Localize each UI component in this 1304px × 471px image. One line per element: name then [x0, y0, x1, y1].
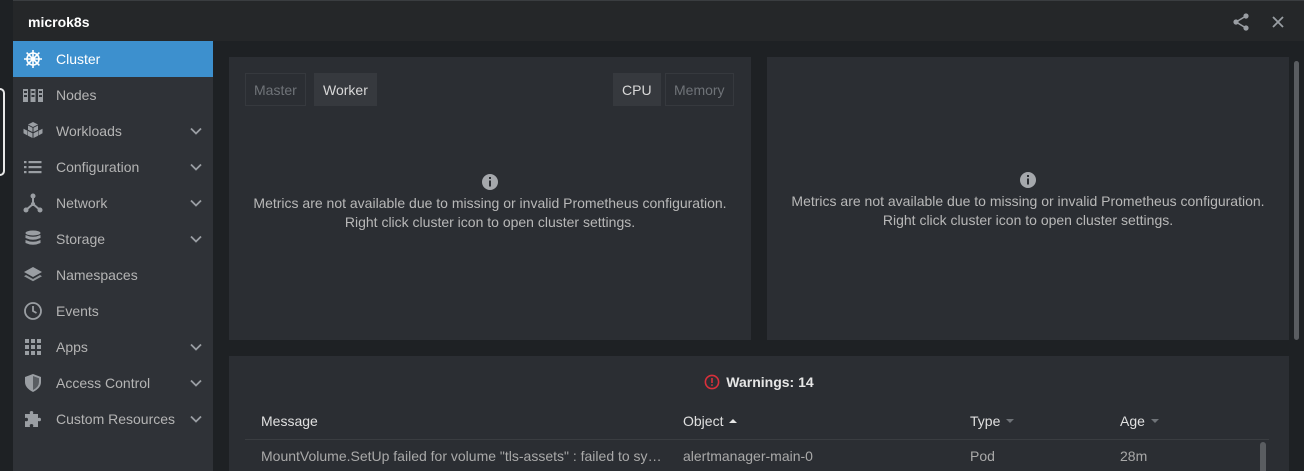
memory-toggle[interactable]: Memory	[665, 73, 734, 106]
column-header-object[interactable]: Object	[683, 413, 738, 429]
sidebar-item-events[interactable]: Events	[13, 293, 213, 329]
helm-wheel-icon	[22, 48, 44, 70]
sidebar-item-access-control[interactable]: Access Control	[13, 365, 213, 401]
column-header-message[interactable]: Message	[261, 413, 318, 429]
sidebar-item-label: Access Control	[56, 375, 151, 391]
warnings-count: Warnings: 14	[726, 374, 814, 390]
sidebar-item-label: Namespaces	[56, 267, 138, 283]
column-header-label: Type	[970, 413, 1001, 429]
share-icon[interactable]	[1231, 12, 1251, 32]
clock-icon	[22, 300, 44, 322]
column-header-label: Object	[683, 413, 724, 429]
sidebar-item-label: Events	[56, 303, 99, 319]
sidebar-item-label: Nodes	[56, 87, 97, 103]
worker-toggle[interactable]: Worker	[314, 73, 377, 106]
info-icon	[482, 174, 498, 190]
grid-icon	[22, 336, 44, 358]
row-message: MountVolume.SetUp failed for volume "tls…	[261, 448, 669, 464]
header-divider	[245, 439, 1269, 440]
list-icon	[22, 156, 44, 178]
chevron-down-icon[interactable]	[189, 124, 203, 138]
sidebar-item-workloads[interactable]: Workloads	[13, 113, 213, 149]
warnings-panel: Warnings: 14 Message Object Type Age Mou…	[229, 356, 1289, 471]
sidebar-item-storage[interactable]: Storage	[13, 221, 213, 257]
row-type: Pod	[970, 448, 995, 464]
sort-asc-icon	[729, 419, 738, 423]
warnings-heading: Warnings: 14	[229, 374, 1289, 390]
row-age: 28m	[1120, 448, 1148, 464]
sort-icon	[1150, 419, 1159, 423]
message-line: Right click cluster icon to open cluster…	[344, 214, 636, 230]
column-header-label: Message	[261, 413, 318, 429]
sidebar: Cluster Nodes Workloads Configuration Ne…	[13, 41, 213, 471]
info-icon	[1020, 172, 1036, 188]
metrics-unavailable-message: Metrics are not available due to missing…	[767, 171, 1289, 230]
column-header-label: Age	[1120, 413, 1145, 429]
sort-icon	[1006, 419, 1015, 423]
table-scrollbar[interactable]	[1260, 442, 1266, 471]
chevron-down-icon[interactable]	[189, 232, 203, 246]
row-object[interactable]: alertmanager-main-0	[683, 448, 953, 464]
database-icon	[22, 228, 44, 250]
network-icon	[22, 192, 44, 214]
cpu-toggle[interactable]: CPU	[613, 73, 661, 106]
warning-icon	[704, 374, 720, 390]
title-bar: microk8s	[13, 0, 1304, 41]
master-toggle[interactable]: Master	[245, 73, 306, 106]
chevron-down-icon[interactable]	[189, 196, 203, 210]
close-icon[interactable]	[1268, 12, 1288, 32]
column-header-age[interactable]: Age	[1120, 413, 1160, 429]
sidebar-item-namespaces[interactable]: Namespaces	[13, 257, 213, 293]
sidebar-item-label: Cluster	[56, 51, 101, 67]
column-header-type[interactable]: Type	[970, 413, 1015, 429]
cluster-title: microk8s	[28, 14, 90, 30]
sidebar-item-cluster[interactable]: Cluster	[13, 41, 213, 77]
sidebar-item-configuration[interactable]: Configuration	[13, 149, 213, 185]
partial-glyph	[0, 88, 5, 176]
sidebar-item-label: Apps	[56, 339, 88, 355]
sidebar-item-label: Workloads	[56, 123, 122, 139]
chevron-down-icon[interactable]	[189, 376, 203, 390]
nodes-icon	[22, 84, 44, 106]
message-line: Right click cluster icon to open cluster…	[882, 212, 1174, 228]
sidebar-item-label: Configuration	[56, 159, 140, 175]
message-line: Metrics are not available due to missing…	[253, 195, 727, 211]
chevron-down-icon[interactable]	[189, 340, 203, 354]
sidebar-item-label: Storage	[56, 231, 106, 247]
sidebar-item-custom-resources[interactable]: Custom Resources	[13, 401, 213, 437]
sidebar-item-label: Network	[56, 195, 108, 211]
sidebar-item-network[interactable]: Network	[13, 185, 213, 221]
chevron-down-icon[interactable]	[189, 160, 203, 174]
cubes-icon	[22, 120, 44, 142]
metrics-unavailable-message: Metrics are not available due to missing…	[229, 173, 751, 232]
sidebar-item-nodes[interactable]: Nodes	[13, 77, 213, 113]
node-metrics-panel: Master Worker CPU Memory Metrics are not…	[229, 57, 751, 340]
left-edge-strip	[0, 41, 13, 471]
resource-metrics-panel: Metrics are not available due to missing…	[767, 57, 1289, 340]
chevron-down-icon[interactable]	[189, 412, 203, 426]
sidebar-item-label: Custom Resources	[56, 411, 176, 427]
shield-icon	[22, 372, 44, 394]
puzzle-icon	[22, 408, 44, 430]
layers-icon	[22, 264, 44, 286]
sidebar-item-apps[interactable]: Apps	[13, 329, 213, 365]
message-line: Metrics are not available due to missing…	[791, 193, 1265, 209]
cluster-overview: Master Worker CPU Memory Metrics are not…	[213, 41, 1304, 471]
main-scrollbar[interactable]	[1294, 61, 1299, 340]
